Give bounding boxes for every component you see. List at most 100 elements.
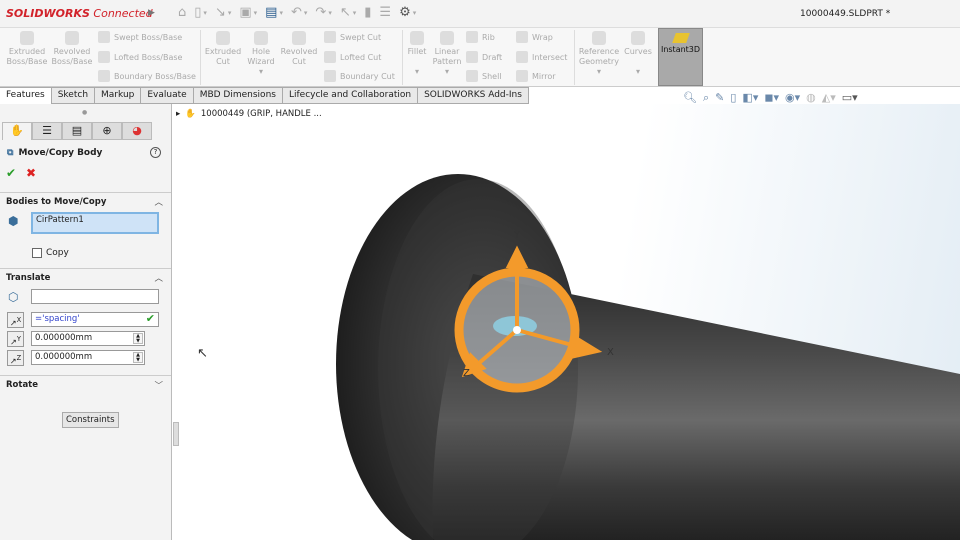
hole-wizard-button[interactable]: Hole Wizard ▾ (244, 28, 278, 77)
tab-sketch[interactable]: Sketch (51, 87, 96, 104)
delta-x-input[interactable]: ='spacing' ✔ (31, 312, 159, 327)
edit-appearance-icon[interactable]: ◍ (806, 91, 816, 105)
copy-checkbox[interactable] (32, 248, 42, 258)
accept-equation-check-icon[interactable]: ✔ (146, 312, 155, 325)
apply-scene-icon[interactable]: ◭▾ (822, 91, 836, 105)
save-icon[interactable]: ▣ (239, 5, 251, 20)
bodies-selection-box[interactable]: CirPattern1 (31, 212, 159, 234)
curves-button[interactable]: Curves ▾ (624, 28, 652, 77)
help-icon[interactable]: ? (150, 147, 161, 158)
tab-evaluate[interactable]: Evaluate (141, 87, 194, 104)
move-copy-body-icon: ⧉ (7, 148, 14, 158)
zoom-to-area-icon[interactable]: ⌕ (703, 91, 709, 105)
boundary-cut-button[interactable]: Boundary Cut (324, 70, 395, 82)
new-icon[interactable]: ▯ (194, 5, 201, 20)
property-manager: ● ✋ ☰ ▤ ⊕ ◕ ⧉ Move/Copy Body ? ✔ ✖ Bodies… (0, 104, 172, 540)
revolved-cut-button[interactable]: Revolved Cut (280, 28, 318, 67)
delta-z-icon[interactable]: ↗Z (7, 350, 24, 366)
quick-access-toolbar: ⌂ ▯ ▾ ↘ ▾ ▣ ▾ ▤ ▾ ↶ ▾ ↷ ▾ ↖ ▾ ▮ ☰ ⚙ ▾ (178, 5, 417, 20)
solidworks-logo[interactable]: SOLIDWORKS Connected (6, 7, 153, 20)
translate-reference-field[interactable] (31, 289, 159, 304)
spinner[interactable]: ▲ ▼ (133, 333, 143, 344)
triad-x-label: X (607, 347, 614, 358)
home-icon[interactable]: ⌂ (178, 5, 186, 20)
wrap-button[interactable]: Wrap (516, 31, 553, 43)
delta-z-input[interactable]: 0.000000mm ▲ ▼ (31, 350, 145, 365)
undo-icon[interactable]: ↶ (291, 5, 302, 20)
lofted-cut-button[interactable]: Lofted Cut (324, 51, 381, 63)
print-icon[interactable]: ▤ (265, 5, 277, 20)
feature-manager-tab-icon[interactable]: ✋ (2, 122, 32, 140)
extruded-cut-button[interactable]: Extruded Cut (202, 28, 244, 67)
previous-view-icon[interactable]: ✎ (715, 91, 724, 105)
open-icon[interactable]: ↘ (215, 5, 226, 20)
display-manager-tab-icon[interactable]: ◕ (122, 122, 152, 140)
tab-mbd-dimensions[interactable]: MBD Dimensions (193, 87, 283, 104)
copy-checkbox-row[interactable]: Copy (32, 248, 69, 258)
section-view-icon[interactable]: ▯ (730, 91, 736, 105)
rotate-section-header[interactable]: Rotate ﹀ (0, 375, 171, 394)
ok-check-icon[interactable]: ✔ (6, 166, 16, 180)
chevron-down-icon: ﹀ (154, 381, 163, 391)
delta-y-icon[interactable]: ↗Y (7, 331, 24, 347)
spinner[interactable]: ▲ ▼ (133, 352, 143, 363)
expand-menu-arrow-icon[interactable]: ▶ (148, 8, 155, 18)
triad-origin (513, 326, 521, 334)
cancel-x-icon[interactable]: ✖ (26, 166, 36, 180)
tab-features[interactable]: Features (0, 87, 52, 104)
options-icon[interactable]: ⚙ (399, 5, 411, 20)
extruded-boss-button[interactable]: Extruded Boss/Base (4, 28, 50, 67)
draft-button[interactable]: Draft (466, 51, 502, 63)
boundary-boss-button[interactable]: Boundary Boss/Base (98, 70, 196, 82)
swept-cut-button[interactable]: Swept Cut (324, 31, 381, 43)
bodies-section-header[interactable]: Bodies to Move/Copy ︿ (0, 192, 171, 211)
command-manager: Extruded Boss/Base Revolved Boss/Base Sw… (0, 28, 960, 87)
property-manager-tab-icon[interactable]: ☰ (32, 122, 62, 140)
delta-x-icon[interactable]: ↗X (7, 312, 24, 328)
display-style-icon[interactable]: ◼▾ (764, 91, 779, 105)
title-bar: SOLIDWORKS Connected ▶ ⌂ ▯ ▾ ↘ ▾ ▣ ▾ ▤ ▾ ↶ ▾ … (0, 0, 960, 28)
panel-collapse-handle[interactable] (173, 422, 179, 446)
select-icon[interactable]: ↖ (340, 5, 351, 20)
tab-lifecycle[interactable]: Lifecycle and Collaboration (282, 87, 419, 104)
shell-button[interactable]: Shell (466, 70, 502, 82)
tab-addins[interactable]: SOLIDWORKS Add-Ins (418, 87, 529, 104)
lofted-boss-button[interactable]: Lofted Boss/Base (98, 51, 182, 63)
panel-title: Move/Copy Body (18, 148, 103, 158)
linear-pattern-button[interactable]: Linear Pattern ▾ (432, 28, 462, 77)
mirror-button[interactable]: Mirror (516, 70, 556, 82)
triad-y-label: Y (513, 230, 521, 241)
hide-show-items-icon[interactable]: ◉▾ (785, 91, 800, 105)
triad-z-label: Z (463, 368, 470, 379)
reference-entity-icon: ⬡ (8, 290, 19, 304)
file-properties-icon[interactable]: ☰ (379, 5, 391, 20)
graphics-area[interactable]: 🔍︎ ⌕ ✎ ▯ ◧▾ ◼▾ ◉▾ ◍ ◭▾ ▭▾ ▸ ✋ 10000449 (GRIP, HANDL… (173, 91, 960, 540)
tab-markup[interactable]: Markup (95, 87, 142, 104)
solid-body-icon: ⬢ (8, 214, 19, 228)
fillet-button[interactable]: Fillet ▾ (404, 28, 430, 77)
redo-icon[interactable]: ↷ (315, 5, 326, 20)
view-settings-icon[interactable]: ▭▾ (842, 91, 858, 105)
chevron-up-icon: ︿ (154, 198, 163, 208)
instant3d-icon (671, 33, 690, 43)
dimxpert-tab-icon[interactable]: ⊕ (92, 122, 122, 140)
swept-boss-button[interactable]: Swept Boss/Base (98, 31, 182, 43)
model-view[interactable]: Y X Z (173, 104, 960, 540)
document-title: 10000449.SLDPRT * (800, 9, 891, 19)
intersect-button[interactable]: Intersect (516, 51, 567, 63)
view-orientation-icon[interactable]: ◧▾ (742, 91, 758, 105)
chevron-up-icon: ︿ (154, 274, 163, 284)
panel-splitter-handle[interactable]: ● (82, 109, 87, 116)
translate-section-header[interactable]: Translate ︿ (0, 268, 171, 287)
configuration-manager-tab-icon[interactable]: ▤ (62, 122, 92, 140)
delta-y-input[interactable]: 0.000000mm ▲ ▼ (31, 331, 145, 346)
revolved-boss-button[interactable]: Revolved Boss/Base (50, 28, 94, 67)
instant3d-button[interactable]: Instant3D (658, 28, 703, 86)
heads-up-view-toolbar: 🔍︎ ⌕ ✎ ▯ ◧▾ ◼▾ ◉▾ ◍ ◭▾ ▭▾ (683, 91, 858, 105)
rebuild-icon[interactable]: ▮ (364, 5, 371, 20)
rib-button[interactable]: Rib (466, 31, 495, 43)
constraints-button[interactable]: Constraints (62, 412, 119, 428)
mouse-cursor-icon: ↖ (197, 346, 208, 361)
zoom-to-fit-icon[interactable]: 🔍︎ (683, 91, 697, 105)
reference-geometry-button[interactable]: Reference Geometry ▾ (576, 28, 622, 77)
